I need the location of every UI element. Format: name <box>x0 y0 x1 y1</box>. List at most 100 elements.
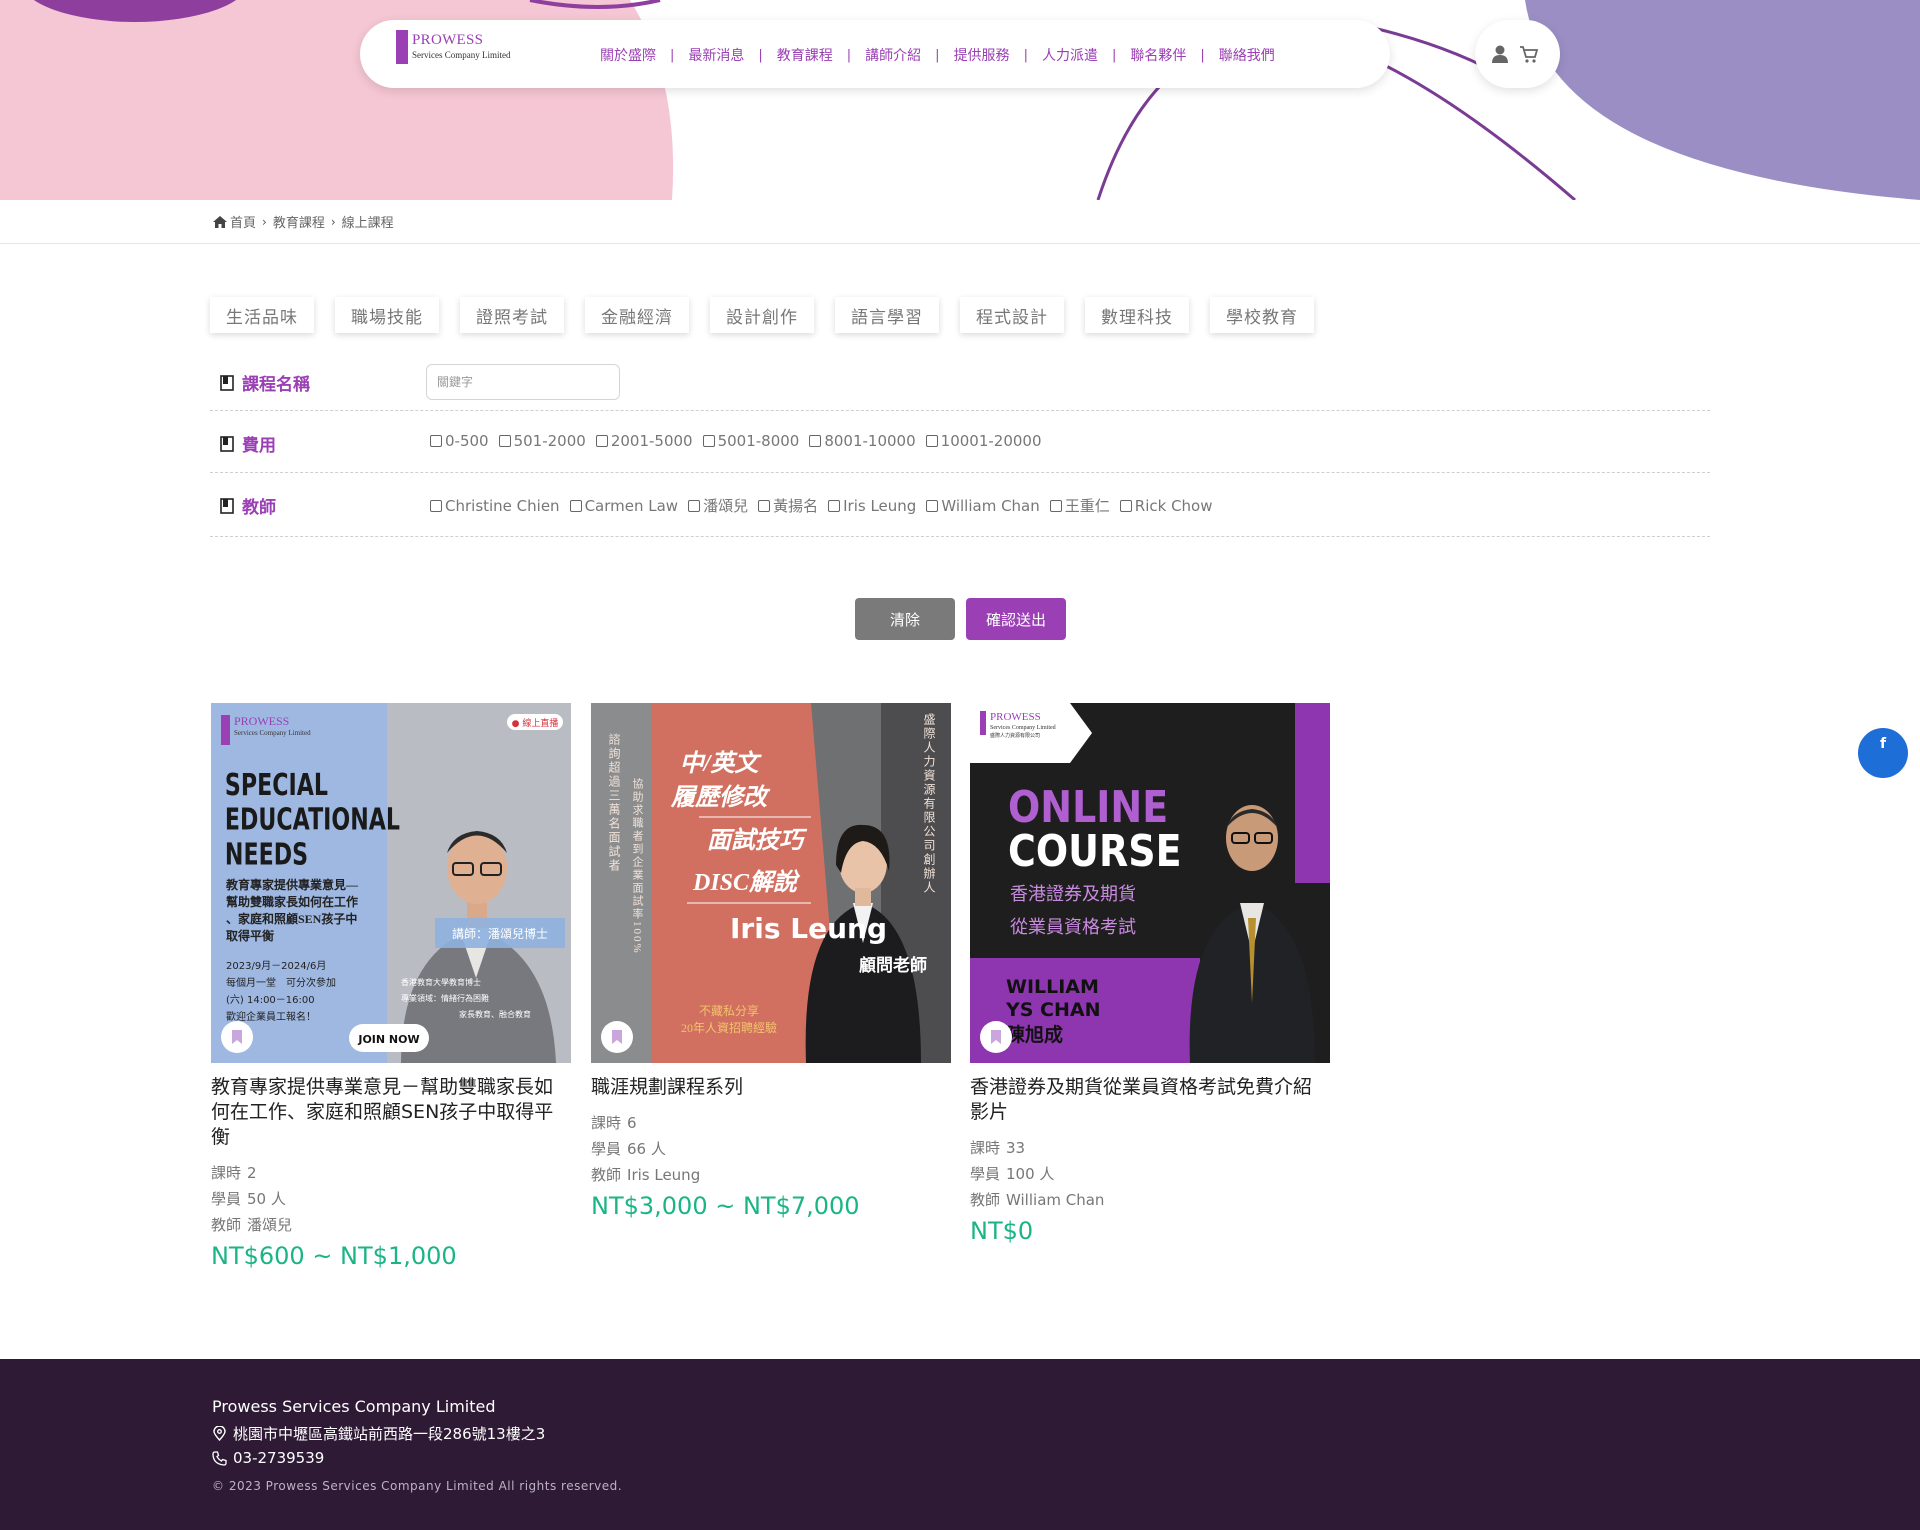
course-thumbnail[interactable]: 諮詢超過三萬名面試者 協助求職者到企業面試率100% 盛際人力資源有限公司創辦人… <box>591 703 951 1063</box>
option-label: Iris Leung <box>843 496 917 515</box>
course-hours: 課時 2 <box>211 1160 571 1186</box>
option-label: 潘頌兒 <box>703 497 749 515</box>
svg-text:顧問老師: 顧問老師 <box>859 955 927 975</box>
cart-icon[interactable] <box>1519 44 1539 64</box>
option-label: 2001-5000 <box>610 432 693 450</box>
category-tab-finance[interactable]: 金融經濟 <box>585 297 689 333</box>
svg-text:取得平衡: 取得平衡 <box>226 928 274 943</box>
teacher-option[interactable]: Carmen Law <box>569 497 678 515</box>
course-title[interactable]: 香港證券及期貨從業員資格考試免費介紹影片 <box>970 1075 1330 1125</box>
checkbox[interactable] <box>430 435 442 447</box>
category-tab-science[interactable]: 數理科技 <box>1085 297 1189 333</box>
checkbox[interactable] <box>809 435 822 447</box>
nav-item-news[interactable]: 最新消息 <box>688 45 744 65</box>
course-meta: 課時 2 學員 50 人 教師 潘頌兒 <box>211 1160 571 1238</box>
svg-text:香港教育大學教育博士: 香港教育大學教育博士 <box>401 977 481 987</box>
breadcrumb-courses[interactable]: 教育課程 <box>273 212 325 231</box>
checkbox[interactable] <box>595 435 608 447</box>
nav-separator: | <box>846 47 852 63</box>
course-teacher: 教師 William Chan <box>970 1187 1330 1213</box>
fee-option[interactable]: 10001-20000 <box>925 432 1042 450</box>
nav-item-about[interactable]: 關於盛際 <box>600 45 656 65</box>
nav-item-instructors[interactable]: 講師介紹 <box>865 45 921 65</box>
brand-logo[interactable]: PROWESS Services Company Limited <box>396 30 536 74</box>
students-value: 66 人 <box>627 1140 666 1158</box>
book-icon <box>220 435 234 452</box>
nav-item-contact[interactable]: 聯絡我們 <box>1219 45 1275 65</box>
bookmark-button[interactable] <box>221 1021 253 1053</box>
checkbox[interactable] <box>926 499 939 512</box>
breadcrumb-home[interactable]: 首頁 <box>230 212 256 231</box>
checkbox[interactable] <box>1049 499 1062 512</box>
course-poster-securities: PROWESS Services Company Limited 盛際人力資源有… <box>970 703 1330 1063</box>
category-tab-programming[interactable]: 程式設計 <box>960 297 1064 333</box>
fee-option[interactable]: 0-500 <box>430 432 489 450</box>
phone-text[interactable]: 03-2739539 <box>233 1449 324 1467</box>
svg-text:Iris Leung: Iris Leung <box>730 912 887 945</box>
category-tab-language[interactable]: 語言學習 <box>835 297 939 333</box>
course-card[interactable]: 諮詢超過三萬名面試者 協助求職者到企業面試率100% 盛際人力資源有限公司創辦人… <box>591 703 951 1220</box>
fee-option[interactable]: 501-2000 <box>498 432 586 450</box>
logo-mark <box>396 30 408 64</box>
course-card[interactable]: PROWESS Services Company Limited 盛際人力資源有… <box>970 703 1330 1245</box>
nav-item-courses[interactable]: 教育課程 <box>777 45 833 65</box>
category-tab-lifestyle[interactable]: 生活品味 <box>210 297 314 333</box>
checkbox[interactable] <box>828 499 841 512</box>
course-card[interactable]: PROWESS Services Company Limited ● 線上直播 … <box>211 703 571 1270</box>
course-name-label: 課程名稱 <box>242 375 310 395</box>
keyword-search-input[interactable] <box>426 364 620 400</box>
svg-text:講師：潘頌兒博士: 講師：潘頌兒博士 <box>452 926 548 941</box>
bookmark-button[interactable] <box>601 1021 633 1053</box>
nav-item-staffing[interactable]: 人力派遣 <box>1042 45 1098 65</box>
nav-item-services[interactable]: 提供服務 <box>954 45 1010 65</box>
clear-button[interactable]: 清除 <box>855 598 955 640</box>
teacher-option[interactable]: Rick Chow <box>1119 497 1213 515</box>
teacher-option[interactable]: Iris Leung <box>828 497 916 515</box>
svg-text:履歷修改: 履歷修改 <box>670 784 771 811</box>
fee-option[interactable]: 5001-8000 <box>702 432 799 450</box>
course-thumbnail[interactable]: PROWESS Services Company Limited ● 線上直播 … <box>211 703 571 1063</box>
submit-button[interactable]: 確認送出 <box>966 598 1066 640</box>
checkbox[interactable] <box>569 499 582 512</box>
teacher-option[interactable]: Christine Chien <box>430 497 560 515</box>
course-hours: 課時 6 <box>591 1110 951 1136</box>
category-tab-design[interactable]: 設計創作 <box>710 297 814 333</box>
nav-item-partners[interactable]: 聯名夥伴 <box>1130 45 1186 65</box>
course-teacher: 教師 Iris Leung <box>591 1162 951 1188</box>
checkbox[interactable] <box>498 435 511 447</box>
checkbox[interactable] <box>688 499 701 512</box>
nav-separator: | <box>670 47 675 63</box>
teacher-option[interactable]: 黃揚名 <box>758 495 818 516</box>
svg-text:家長教育、融合教育: 家長教育、融合教育 <box>459 1009 531 1019</box>
category-tab-certification[interactable]: 證照考試 <box>460 297 564 333</box>
course-title[interactable]: 職涯規劃課程系列 <box>591 1075 951 1100</box>
fee-label: 費用 <box>242 436 276 456</box>
teacher-option[interactable]: William Chan <box>926 497 1040 515</box>
home-icon <box>213 215 227 228</box>
course-thumbnail[interactable]: PROWESS Services Company Limited 盛際人力資源有… <box>970 703 1330 1063</box>
checkbox[interactable] <box>430 499 442 512</box>
teacher-option[interactable]: 潘頌兒 <box>688 495 748 516</box>
category-tab-school[interactable]: 學校教育 <box>1210 297 1314 333</box>
course-title[interactable]: 教育專家提供專業意見－幫助雙職家長如何在工作、家庭和照顧SEN孩子中取得平衡 <box>211 1075 571 1150</box>
option-label: 8001-10000 <box>824 432 916 450</box>
svg-text:Services Company Limited: Services Company Limited <box>990 725 1056 731</box>
checkbox[interactable] <box>925 435 938 447</box>
phone-icon <box>212 1450 227 1466</box>
checkbox[interactable] <box>1119 499 1132 512</box>
user-icon[interactable] <box>1491 44 1509 64</box>
bookmark-button[interactable] <box>980 1021 1012 1053</box>
students-value: 50 人 <box>247 1190 286 1208</box>
option-label: Christine Chien <box>445 496 560 515</box>
checkbox[interactable] <box>758 499 771 512</box>
teacher-option[interactable]: 王重仁 <box>1049 495 1110 516</box>
checkbox[interactable] <box>702 435 715 447</box>
header-icons <box>1475 20 1560 88</box>
svg-text:JOIN NOW: JOIN NOW <box>357 1033 419 1046</box>
facebook-float-button[interactable]: f <box>1858 728 1908 778</box>
fee-option[interactable]: 8001-10000 <box>809 432 916 450</box>
category-tab-workplace[interactable]: 職場技能 <box>335 297 439 333</box>
page: PROWESS Services Company Limited 關於盛際 | … <box>0 0 1920 1530</box>
fee-option[interactable]: 2001-5000 <box>595 432 693 450</box>
book-icon <box>220 497 234 514</box>
